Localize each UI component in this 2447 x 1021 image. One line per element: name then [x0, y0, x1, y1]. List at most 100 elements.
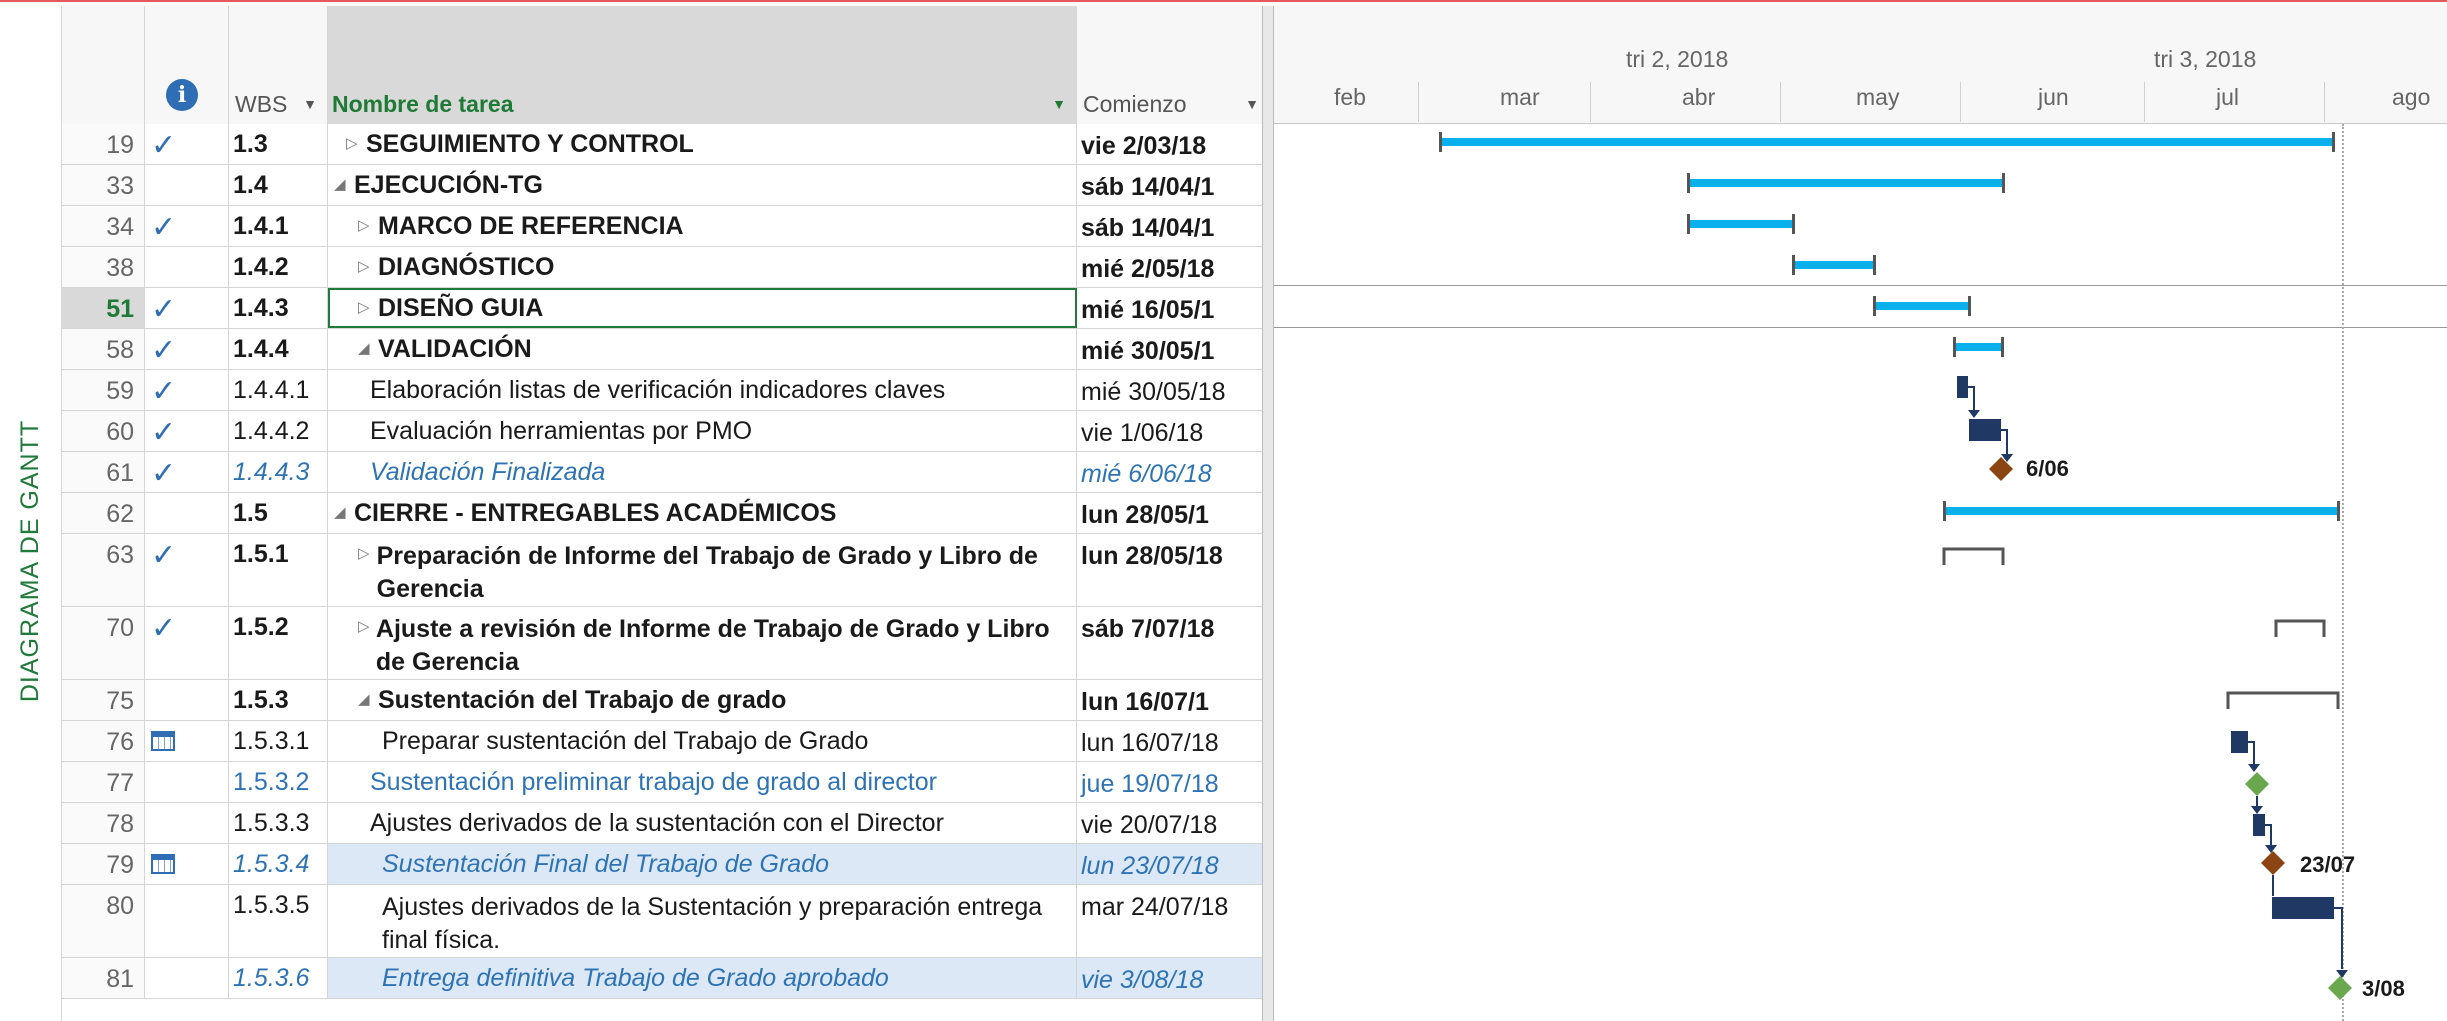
- table-row[interactable]: 76 1.5.3.1 Preparar sustentación del Traba…: [62, 721, 1270, 762]
- bar-end-cap[interactable]: [2002, 173, 2005, 193]
- milestone-diamond-green[interactable]: [2245, 772, 2269, 796]
- row-id[interactable]: 34: [62, 206, 145, 246]
- wbs-cell[interactable]: 1.4.4.1: [229, 370, 328, 410]
- task-name-cell[interactable]: Ajustes derivados de la sustentación con…: [328, 803, 1077, 843]
- row-id[interactable]: 77: [62, 762, 145, 802]
- wbs-cell[interactable]: 1.4: [229, 165, 328, 205]
- start-date-cell[interactable]: vie 20/07/18: [1077, 803, 1270, 843]
- header-start[interactable]: Comienzo ▼: [1077, 6, 1270, 124]
- table-row[interactable]: 70 ✓ 1.5.2 ▷ Ajuste a revisión de Informe de…: [62, 607, 1270, 680]
- row-id[interactable]: 19: [62, 124, 145, 164]
- table-row[interactable]: 81 1.5.3.6 Entrega definitiva Trabajo de G…: [62, 958, 1270, 999]
- row-id[interactable]: 61: [62, 452, 145, 492]
- bar-start-cap[interactable]: [1943, 501, 1946, 521]
- link-arrowhead[interactable]: [2336, 970, 2348, 978]
- wbs-cell[interactable]: 1.4.3: [229, 288, 328, 328]
- wbs-cell[interactable]: 1.4.1: [229, 206, 328, 246]
- dependency-link[interactable]: [2001, 429, 2008, 454]
- start-date-cell[interactable]: lun 16/07/18: [1077, 721, 1270, 761]
- bar-start-cap[interactable]: [1873, 296, 1876, 316]
- bar-end-cap[interactable]: [1792, 214, 1795, 234]
- bar-start-cap[interactable]: [1953, 337, 1956, 357]
- table-row[interactable]: 63 ✓ 1.5.1 ▷ Preparación de Informe del Trab…: [62, 534, 1270, 607]
- row-id[interactable]: 76: [62, 721, 145, 761]
- start-date-cell[interactable]: mar 24/07/18: [1077, 885, 1270, 957]
- wbs-cell[interactable]: 1.5.3.5: [229, 885, 328, 957]
- table-row[interactable]: 79 1.5.3.4 Sustentación Final del Trabajo …: [62, 844, 1270, 885]
- task-bar[interactable]: [1969, 419, 2001, 441]
- wbs-cell[interactable]: 1.5.2: [229, 607, 328, 679]
- task-name-cell[interactable]: ▷ DISEÑO GUIA: [328, 288, 1077, 328]
- bar-end-cap[interactable]: [2337, 501, 2340, 521]
- summary-bar[interactable]: [1440, 138, 2333, 146]
- dependency-link[interactable]: [1968, 386, 1975, 410]
- expand-icon[interactable]: ▷: [358, 544, 371, 606]
- collapse-icon[interactable]: ◢: [334, 503, 348, 528]
- link-arrowhead[interactable]: [2265, 845, 2277, 853]
- table-row[interactable]: 59 ✓ 1.4.4.1 Elaboración listas de verifica…: [62, 370, 1270, 411]
- bar-start-cap[interactable]: [1439, 132, 1442, 152]
- row-id[interactable]: 58: [62, 329, 145, 369]
- summary-bracket[interactable]: [2274, 619, 2326, 637]
- table-row[interactable]: 19 ✓ 1.3 ▷ SEGUIMIENTO Y CONTROL vie 2/03/18: [62, 124, 1270, 165]
- start-date-cell[interactable]: lun 28/05/1: [1077, 493, 1270, 533]
- wbs-cell[interactable]: 1.5.3.3: [229, 803, 328, 843]
- start-date-cell[interactable]: lun 16/07/1: [1077, 680, 1270, 720]
- row-id[interactable]: 75: [62, 680, 145, 720]
- milestone-diamond[interactable]: [1989, 457, 2013, 481]
- table-row[interactable]: 34 ✓ 1.4.1 ▷ MARCO DE REFERENCIA sáb 14/04/1: [62, 206, 1270, 247]
- collapse-icon[interactable]: ◢: [358, 339, 372, 364]
- row-id[interactable]: 62: [62, 493, 145, 533]
- summary-bar[interactable]: [1874, 302, 1969, 310]
- wbs-cell[interactable]: 1.4.4.3: [229, 452, 328, 492]
- start-date-cell[interactable]: mié 30/05/1: [1077, 329, 1270, 369]
- table-row[interactable]: 38 1.4.2 ▷ DIAGNÓSTICO mié 2/05/18: [62, 247, 1270, 288]
- task-name-cell[interactable]: ◢ VALIDACIÓN: [328, 329, 1077, 369]
- table-row[interactable]: 33 1.4 ◢ EJECUCIÓN-TG sáb 14/04/1: [62, 165, 1270, 206]
- start-date-cell[interactable]: sáb 7/07/18: [1077, 607, 1270, 679]
- task-name-cell[interactable]: Sustentación preliminar trabajo de grado…: [328, 762, 1077, 802]
- summary-bar[interactable]: [1954, 343, 2002, 351]
- start-date-cell[interactable]: mié 16/05/1: [1077, 288, 1270, 328]
- start-date-cell[interactable]: lun 23/07/18: [1077, 844, 1270, 884]
- wbs-cell[interactable]: 1.5.3.4: [229, 844, 328, 884]
- task-name-cell[interactable]: ◢ EJECUCIÓN-TG: [328, 165, 1077, 205]
- task-name-cell[interactable]: ▷ Ajuste a revisión de Informe de Trabajo…: [328, 607, 1077, 679]
- table-row[interactable]: 78 1.5.3.3 Ajustes derivados de la sustent…: [62, 803, 1270, 844]
- start-date-cell[interactable]: mié 2/05/18: [1077, 247, 1270, 287]
- header-indicators[interactable]: i: [145, 6, 229, 124]
- task-bar[interactable]: [2231, 731, 2248, 753]
- task-name-cell[interactable]: ▷ MARCO DE REFERENCIA: [328, 206, 1077, 246]
- start-filter-icon[interactable]: ▼: [1245, 96, 1259, 112]
- view-bar[interactable]: DIAGRAMA DE GANTT: [0, 6, 62, 1021]
- wbs-cell[interactable]: 1.5: [229, 493, 328, 533]
- row-id[interactable]: 33: [62, 165, 145, 205]
- header-wbs[interactable]: WBS ▼: [229, 6, 328, 124]
- table-row[interactable]: 61 ✓ 1.4.4.3 Validación Finalizada mié 6/06/…: [62, 452, 1270, 493]
- task-name-cell[interactable]: Preparar sustentación del Trabajo de Gra…: [328, 721, 1077, 761]
- milestone-diamond[interactable]: [2261, 851, 2285, 875]
- row-id[interactable]: 38: [62, 247, 145, 287]
- row-id[interactable]: 60: [62, 411, 145, 451]
- task-name-cell[interactable]: Evaluación herramientas por PMO: [328, 411, 1077, 451]
- link-arrowhead[interactable]: [2248, 764, 2260, 772]
- wbs-cell[interactable]: 1.5.3.1: [229, 721, 328, 761]
- summary-bracket[interactable]: [2226, 691, 2340, 709]
- table-row[interactable]: 58 ✓ 1.4.4 ◢ VALIDACIÓN mié 30/05/1: [62, 329, 1270, 370]
- task-name-cell[interactable]: ▷ Preparación de Informe del Trabajo de G…: [328, 534, 1077, 606]
- bar-start-cap[interactable]: [1792, 255, 1795, 275]
- task-name-filter-icon[interactable]: ▼: [1052, 96, 1066, 112]
- bar-start-cap[interactable]: [1687, 173, 1690, 193]
- task-name-cell[interactable]: Entrega definitiva Trabajo de Grado apro…: [328, 958, 1077, 998]
- start-date-cell[interactable]: vie 3/08/18: [1077, 958, 1270, 998]
- start-date-cell[interactable]: sáb 14/04/1: [1077, 206, 1270, 246]
- task-name-cell[interactable]: Sustentación Final del Trabajo de Grado: [328, 844, 1077, 884]
- wbs-cell[interactable]: 1.5.3.2: [229, 762, 328, 802]
- link-arrowhead[interactable]: [2251, 806, 2263, 814]
- expand-icon[interactable]: ▷: [358, 257, 372, 282]
- wbs-cell[interactable]: 1.4.2: [229, 247, 328, 287]
- table-row[interactable]: 62 1.5 ◢ CIERRE - ENTREGABLES ACADÉMICOS lun…: [62, 493, 1270, 534]
- start-date-cell[interactable]: lun 28/05/18: [1077, 534, 1270, 606]
- table-row[interactable]: 75 1.5.3 ◢ Sustentación del Trabajo de grad…: [62, 680, 1270, 721]
- header-task-name[interactable]: Nombre de tarea ▼: [328, 6, 1077, 124]
